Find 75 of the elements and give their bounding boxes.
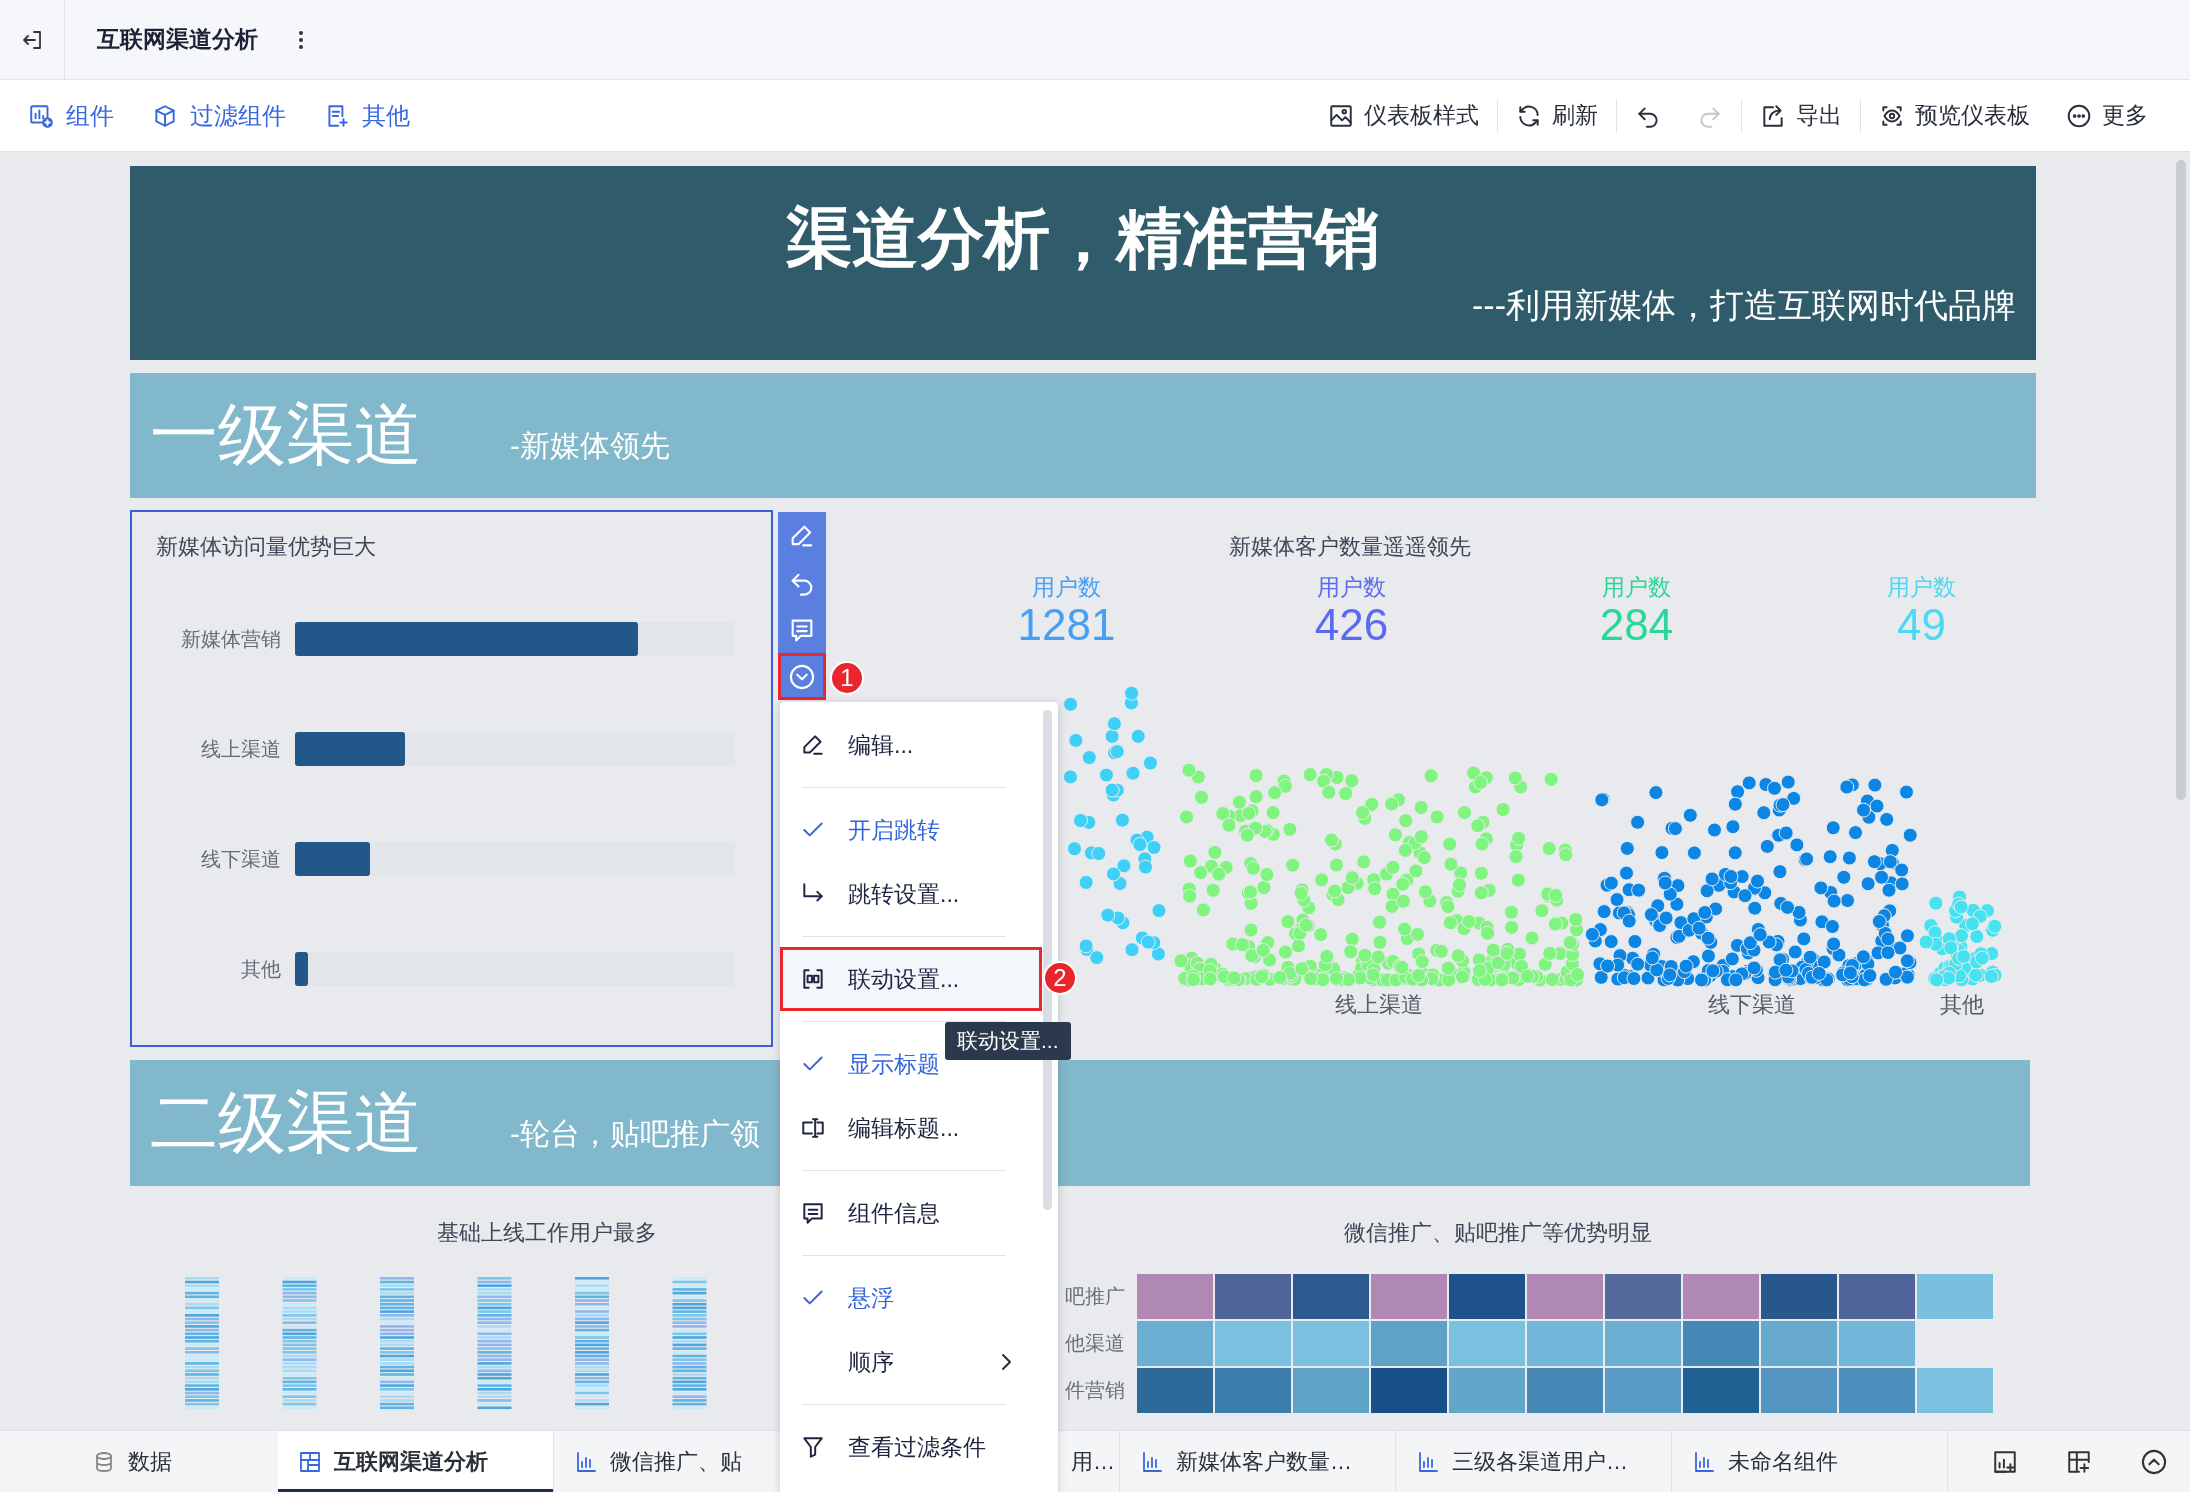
image-frame-icon	[1328, 102, 1354, 129]
toolbar-button[interactable]: 刷新	[1498, 100, 1616, 131]
toolbar-button[interactable]: 导出	[1742, 100, 1860, 131]
bar-chart-icon	[574, 1449, 598, 1474]
message-icon	[800, 1200, 826, 1226]
menu-item[interactable]: 跳转设置...	[780, 862, 1042, 926]
bar-chart-widget[interactable]: 新媒体访问量优势巨大 新媒体营销 线上渠道 线下渠道 其他	[130, 510, 773, 1047]
bar-label: 线上渠道	[200, 736, 281, 762]
scrollbar[interactable]	[2176, 160, 2186, 800]
toolbar-button[interactable]: 仪表板样式	[1310, 100, 1497, 131]
kpi-value: 49	[1897, 600, 1946, 649]
bar-chart-icon	[1140, 1449, 1164, 1474]
collapse-icon	[2140, 1447, 2168, 1476]
menu-item[interactable]: 编辑标题...	[780, 1096, 1042, 1160]
axis-label: 其他	[1940, 992, 1984, 1017]
section-title: 一级渠道	[150, 395, 423, 474]
pencil-icon	[800, 732, 826, 758]
more-icon	[2066, 102, 2092, 129]
section-subtitle: -新媒体领先	[510, 428, 670, 464]
banner-subtitle: ---利用新媒体，打造互联网时代品牌	[1471, 285, 2016, 326]
kebab-menu-icon[interactable]	[298, 29, 304, 50]
bar-chart-icon	[1692, 1449, 1716, 1474]
menu-item[interactable]: 编辑...	[780, 713, 1042, 777]
bar-label: 新媒体营销	[180, 626, 281, 652]
share-icon	[1760, 102, 1786, 129]
kpi-value: 1281	[1017, 600, 1116, 649]
row-label: 件营销	[1065, 1379, 1125, 1401]
axis-label: 线上渠道	[1335, 992, 1423, 1017]
banner-title: 渠道分析，精准营销	[785, 200, 1381, 277]
refresh-icon	[1516, 102, 1542, 129]
axis-label: 线下渠道	[1708, 992, 1796, 1017]
chart-add-icon	[28, 102, 54, 129]
row-label: 他渠道	[1065, 1332, 1125, 1354]
kpi-value: 426	[1314, 600, 1389, 649]
toolbar-button[interactable]: 更多	[2048, 100, 2166, 131]
sheet-tab[interactable]: 未命名组件	[1672, 1431, 1948, 1492]
menu-item[interactable]: 组件信息	[780, 1181, 1042, 1245]
bar-chart-icon	[1416, 1449, 1440, 1474]
chevron-circle-button[interactable]	[778, 653, 826, 700]
menu-item[interactable]: 联动设置...	[780, 947, 1042, 1011]
sheet-tab[interactable]: 三级各渠道用户…	[1396, 1431, 1672, 1492]
sheet-tab[interactable]: 新媒体客户数量…	[1120, 1431, 1396, 1492]
dashboard-title: 互联网渠道分析	[97, 25, 258, 54]
section-title: 二级渠道	[150, 1082, 423, 1162]
toolbar-button[interactable]: 预览仪表板	[1861, 100, 2048, 131]
row-label: 吧推广	[1065, 1285, 1125, 1307]
kpi-label: 用户数	[1887, 574, 1956, 600]
bar-label: 线下渠道	[200, 846, 281, 872]
kpi-value: 284	[1599, 600, 1674, 649]
widget-title: 基础上线工作用户最多	[436, 1220, 657, 1245]
filter-icon	[800, 1434, 826, 1460]
tooltip: 联动设置...	[945, 1022, 1071, 1060]
widget-title: 新媒体客户数量遥遥领先	[1229, 534, 1471, 559]
toolbar-button[interactable]: 组件	[28, 99, 114, 132]
cube-icon	[152, 102, 178, 129]
menu-item[interactable]: 悬浮	[780, 1266, 1042, 1330]
widget-title: 微信推广、贴吧推广等优势明显	[1344, 1220, 1652, 1245]
toolbar-button[interactable]: 过滤组件	[152, 99, 286, 132]
menu-item[interactable]: 顺序	[780, 1330, 1042, 1394]
kpi-label: 用户数	[1317, 574, 1386, 600]
bar-label: 其他	[240, 956, 281, 982]
add-layout-icon	[2066, 1448, 2092, 1475]
link-frame-icon	[800, 966, 826, 992]
add-chart-icon	[1992, 1448, 2018, 1475]
menu-item[interactable]: 开启跳转	[780, 798, 1042, 862]
toolbar-button[interactable]: 其他	[324, 99, 410, 132]
sheet-tab[interactable]: 互联网渠道分析	[278, 1431, 554, 1492]
grid-icon	[298, 1449, 322, 1474]
chevron-circle-icon	[788, 662, 816, 691]
text-cursor-icon	[800, 1115, 826, 1141]
kpi-label: 用户数	[1602, 574, 1671, 600]
widget-title: 新媒体访问量优势巨大	[156, 533, 377, 561]
kpi-label: 用户数	[1032, 574, 1101, 600]
sheet-tab[interactable]: 数据	[0, 1431, 278, 1492]
section-subtitle: -轮台，贴吧推广领	[510, 1115, 760, 1152]
